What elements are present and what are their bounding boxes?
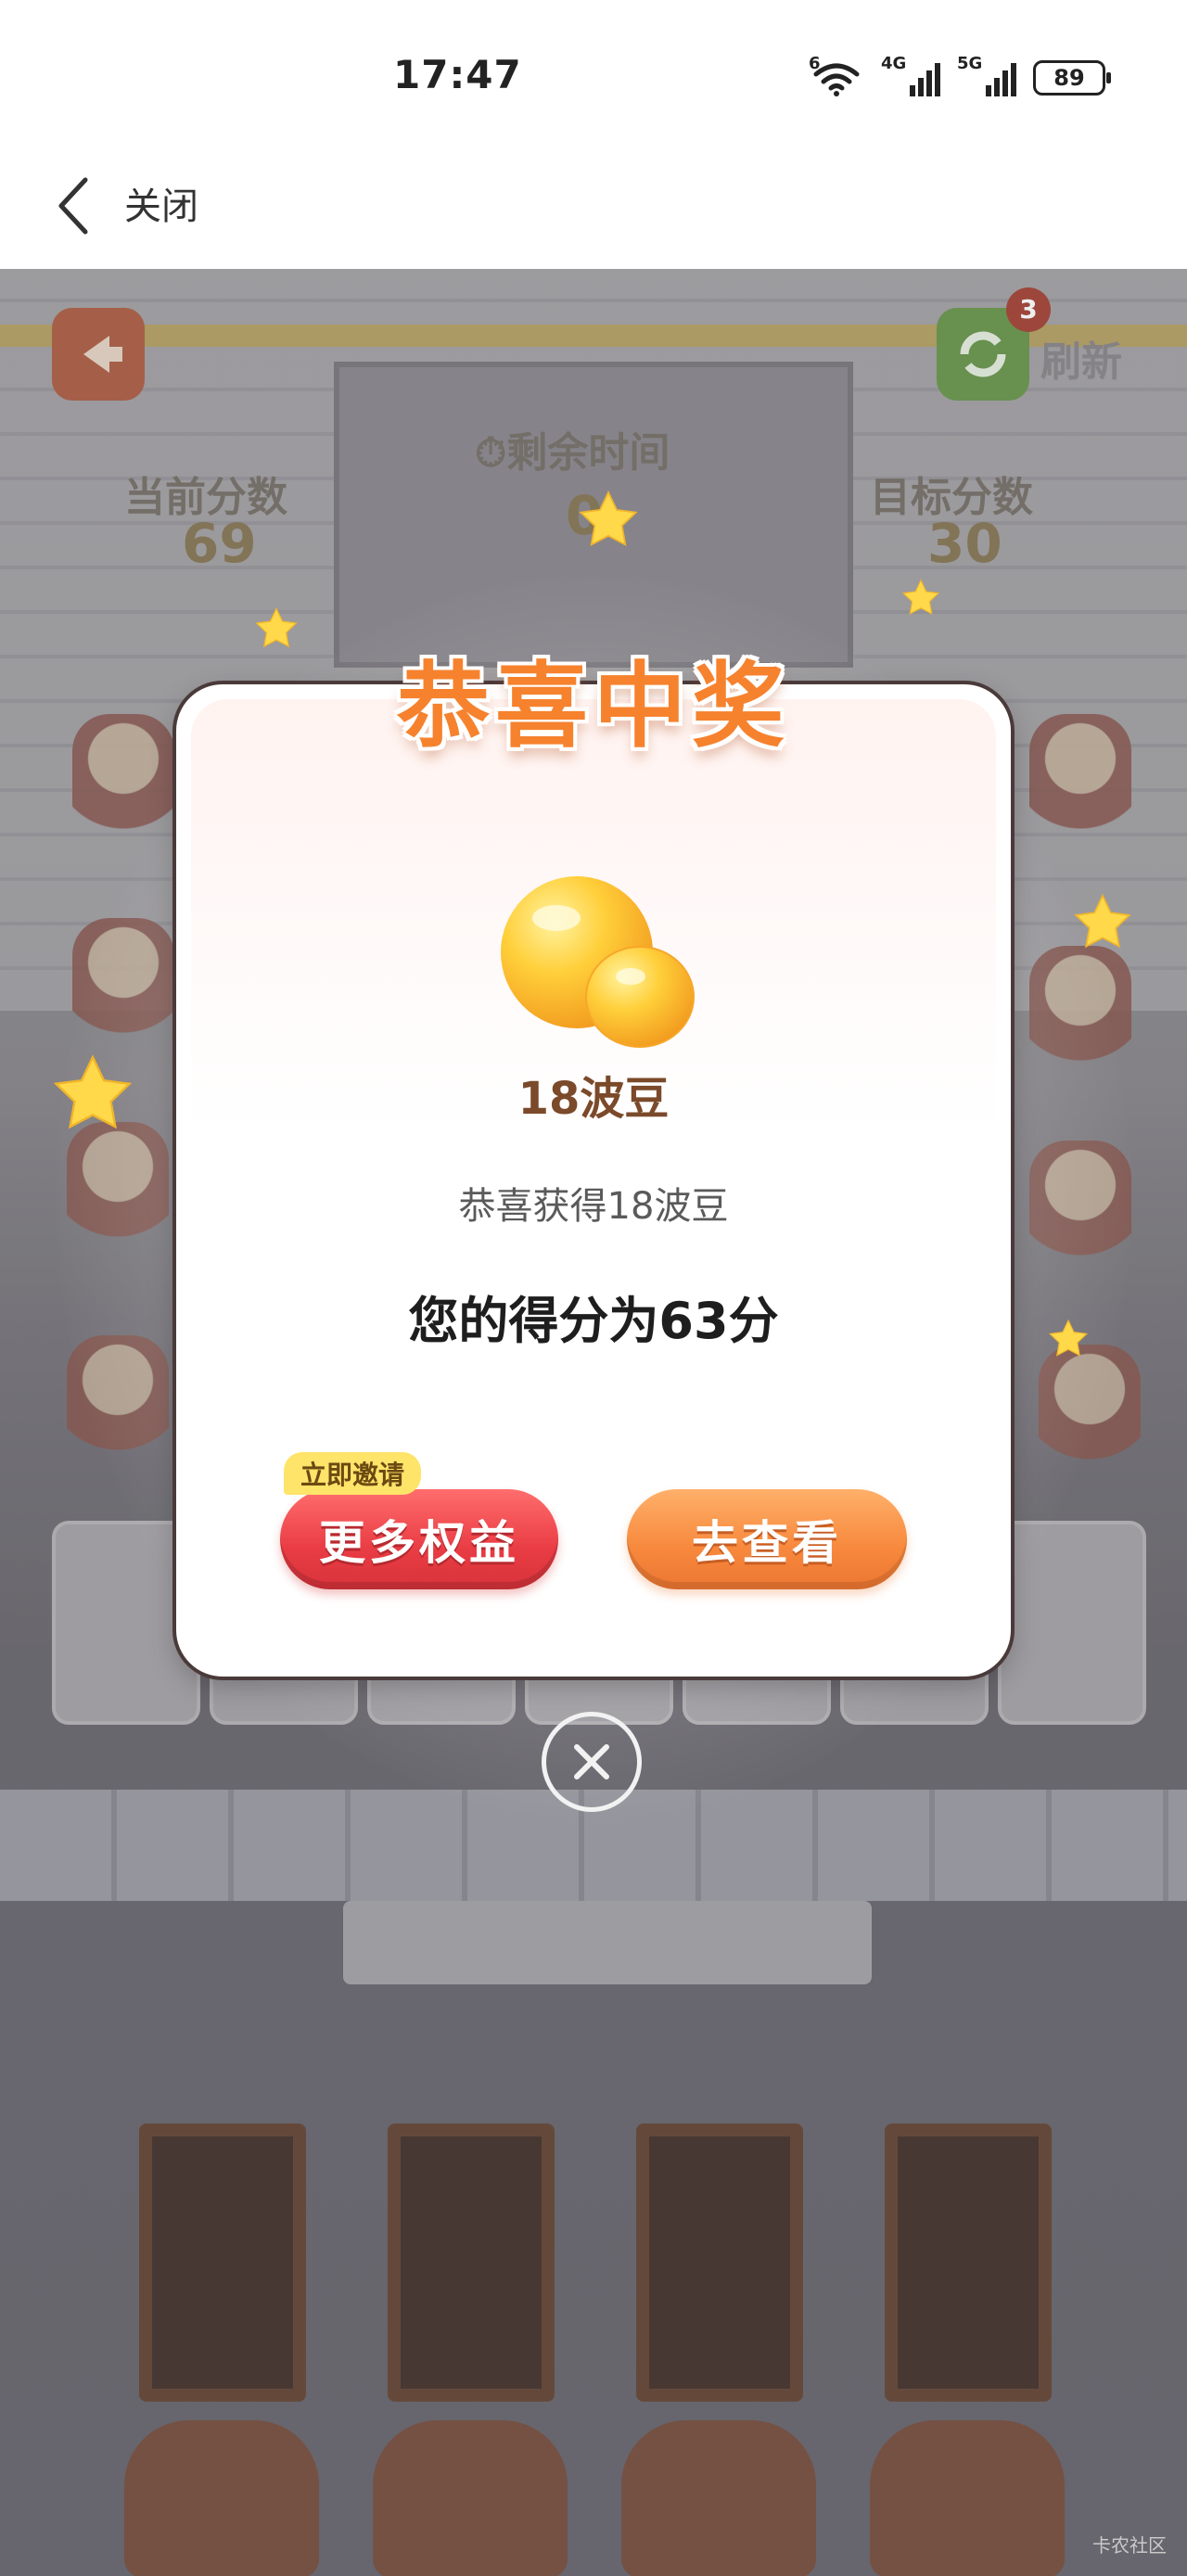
battery-level: 89: [1053, 65, 1085, 91]
modal-title: 恭喜中奖: [397, 652, 790, 760]
battery-icon: 89: [1033, 60, 1111, 96]
star-icon: [1048, 1319, 1089, 1357]
star-icon: [53, 1054, 133, 1129]
status-icons: 6 4G 5G 89: [809, 54, 1111, 98]
more-benefits-button[interactable]: 更多权益: [280, 1489, 558, 1589]
invite-tag: 立即邀请: [284, 1452, 422, 1495]
close-link[interactable]: 关闭: [124, 176, 198, 230]
signal-5g-tag: 5G: [957, 54, 983, 73]
status-time: 17:47: [393, 52, 522, 97]
star-icon: [579, 490, 638, 547]
signal-4g-icon: 4G: [881, 54, 940, 96]
status-bar: 17:47 6 4G 5G 89: [0, 0, 1187, 148]
view-button[interactable]: 去查看: [627, 1489, 907, 1589]
signal-5g-icon: 5G: [957, 54, 1016, 96]
star-icon: [901, 579, 940, 615]
close-circle-icon[interactable]: [542, 1712, 642, 1812]
prize-name: 18波豆: [517, 1073, 670, 1125]
beans-icon: [501, 876, 695, 1048]
prize-description: 恭喜获得18波豆: [458, 1185, 729, 1228]
nav-bar: 关闭: [0, 148, 1187, 269]
wifi-icon: 6: [809, 54, 864, 96]
score-result: 您的得分为63分: [408, 1292, 779, 1350]
star-icon: [1074, 893, 1131, 949]
wifi-tag: 6: [809, 54, 821, 73]
signal-4g-tag: 4G: [881, 54, 907, 73]
chevron-left-icon[interactable]: [48, 169, 104, 243]
